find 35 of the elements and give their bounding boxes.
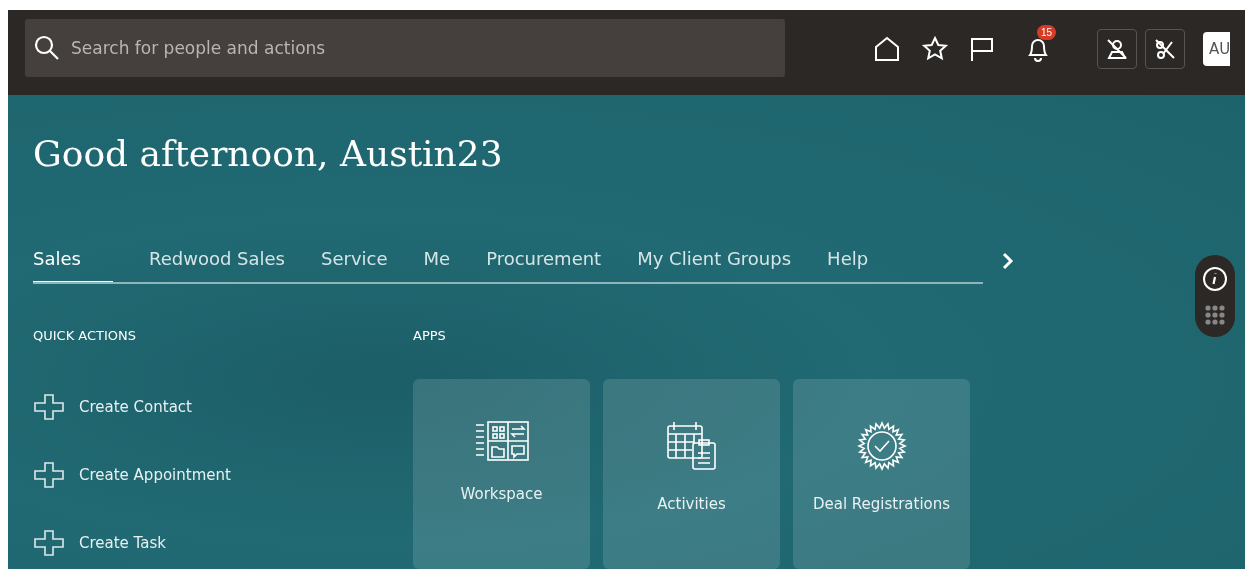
nav-tab[interactable]: Service xyxy=(321,248,388,282)
quick-action-link[interactable]: Create Contact xyxy=(33,393,413,421)
section-heading: APPS xyxy=(413,328,447,343)
plus-icon xyxy=(33,529,65,557)
app-tile[interactable]: Activities xyxy=(603,379,780,569)
flag-icon[interactable] xyxy=(969,35,995,63)
app-tile[interactable]: Workspace xyxy=(413,379,590,569)
nav-tab[interactable]: Redwood Sales xyxy=(149,248,285,282)
nav-tab[interactable]: Procurement xyxy=(486,248,602,282)
calendar-clipboard-icon xyxy=(666,421,717,471)
notification-count: 15 xyxy=(1037,25,1057,40)
section-heading: QUICK ACTIONS xyxy=(33,328,138,343)
nav-tab[interactable]: My Client Groups xyxy=(637,248,792,282)
nav-tab[interactable]: Me xyxy=(423,248,451,282)
search-field[interactable]: Search for people and actions xyxy=(25,19,785,77)
home-icon[interactable] xyxy=(873,35,901,63)
user-avatar[interactable]: AU xyxy=(1203,32,1231,66)
quick-action-link[interactable]: Create Appointment xyxy=(33,461,413,489)
dots-grid-icon[interactable] xyxy=(1204,303,1226,326)
muted-link-button[interactable] xyxy=(1145,29,1185,69)
dashboard-grid-icon xyxy=(474,421,529,461)
person-slash-icon xyxy=(1105,37,1129,61)
info-icon[interactable] xyxy=(1202,266,1228,293)
plus-icon xyxy=(33,461,65,489)
notifications-button[interactable]: 15 xyxy=(1025,25,1059,63)
plus-icon xyxy=(33,393,65,421)
greeting-heading: Good afternoon, Austin23 xyxy=(33,133,504,174)
muted-user-button[interactable] xyxy=(1097,29,1137,69)
nav-tab[interactable]: Help xyxy=(827,248,869,282)
check-seal-icon xyxy=(856,421,907,471)
nav-tab[interactable]: Sales xyxy=(33,248,113,282)
quick-action-link[interactable]: Create Task xyxy=(33,529,413,557)
star-icon[interactable] xyxy=(921,35,949,63)
search-icon xyxy=(34,35,60,61)
app-tile[interactable]: Deal Registrations xyxy=(793,379,970,569)
